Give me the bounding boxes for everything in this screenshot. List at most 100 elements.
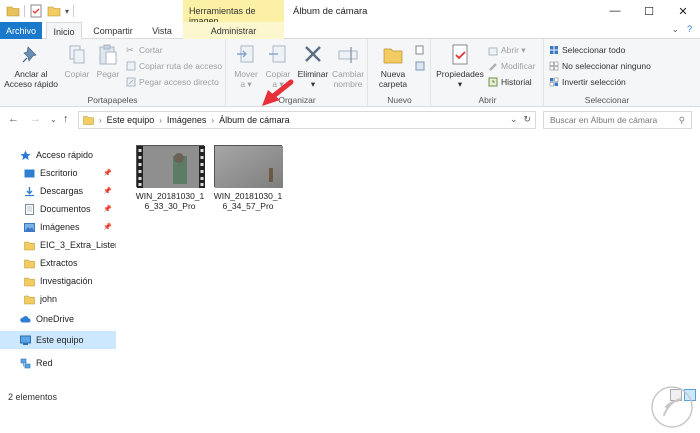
edit-label: Modificar	[501, 61, 536, 71]
computer-icon	[20, 335, 31, 345]
video-filmstrip-icon	[137, 146, 205, 188]
select-all-button[interactable]: Seleccionar todo	[549, 45, 625, 55]
pin-quick-access-button[interactable]: Anclar al Acceso rápido	[4, 43, 58, 89]
delete-button[interactable]: Eliminar ▾	[297, 43, 329, 89]
address-bar[interactable]: › Este equipo › Imágenes › Álbum de cáma…	[78, 111, 536, 129]
nav-item-folder[interactable]: john	[0, 290, 116, 308]
folder-icon	[24, 295, 35, 304]
file-item[interactable]: WIN_20181030_1 6_33_30_Pro	[130, 143, 210, 211]
copy-button[interactable]: Copiar	[63, 43, 91, 79]
help-icon[interactable]: ?	[687, 24, 692, 35]
new-folder-button[interactable]: Nueva carpeta	[373, 43, 413, 89]
nav-item-this-pc[interactable]: Este equipo	[0, 331, 116, 349]
search-input[interactable]: Buscar en Álbum de cámara	[550, 115, 657, 125]
nav-item-desktop[interactable]: Escritorio 📌	[0, 164, 116, 182]
breadcrumb-item[interactable]: Imágenes	[167, 115, 207, 125]
invert-selection-button[interactable]: Invertir selección	[549, 77, 626, 87]
move-to-label: Mover a ▾	[234, 69, 258, 89]
tab-manage[interactable]: Administrar	[183, 22, 284, 39]
close-button[interactable]: ✕	[666, 0, 700, 22]
nav-item-folder[interactable]: Investigación	[0, 272, 116, 290]
documents-icon	[25, 203, 34, 215]
tab-view[interactable]: Vista	[144, 22, 180, 39]
folder-icon	[24, 277, 35, 286]
delete-x-icon	[305, 46, 321, 62]
file-item[interactable]: WIN_20181030_1 6_34_57_Pro	[208, 143, 288, 211]
breadcrumb-chevron-icon[interactable]: ›	[159, 116, 162, 125]
move-icon	[237, 45, 254, 63]
nav-item-onedrive[interactable]: OneDrive	[0, 310, 116, 328]
navigation-bar: ← → ⌄ ↑ › Este equipo › Imágenes › Álbum…	[0, 108, 700, 132]
ribbon-help-controls: ⌄ ?	[671, 24, 692, 35]
breadcrumb-item[interactable]: Este equipo	[107, 115, 155, 125]
select-all-label: Seleccionar todo	[562, 45, 626, 55]
window-controls: — ☐ ✕	[598, 0, 700, 22]
history-button[interactable]: Historial	[488, 77, 532, 87]
easy-access-button[interactable]	[415, 61, 425, 71]
tab-share[interactable]: Compartir	[86, 22, 140, 39]
up-arrow-icon[interactable]: ↑	[63, 113, 69, 125]
video-thumbnail	[136, 145, 205, 188]
group-label-open: Abrir	[478, 95, 497, 105]
group-label-new: Nuevo	[387, 95, 412, 105]
edit-button[interactable]: Modificar	[488, 61, 535, 71]
new-folder-icon[interactable]	[47, 4, 61, 18]
open-button[interactable]: Abrir ▾	[488, 45, 526, 56]
file-list: WIN_20181030_1 6_33_30_Pro WIN_20181030_…	[118, 138, 692, 388]
pin-icon: 📌	[103, 188, 112, 195]
rename-button[interactable]: Cambiar nombre	[331, 43, 365, 89]
download-icon	[25, 186, 34, 196]
properties-icon[interactable]	[29, 4, 43, 18]
forward-arrow-icon[interactable]: →	[30, 113, 41, 125]
move-to-button[interactable]: Mover a ▾	[231, 43, 261, 89]
maximize-button[interactable]: ☐	[632, 0, 666, 22]
history-label: Historial	[501, 77, 532, 87]
cut-button[interactable]: ✂ Cortar	[126, 45, 163, 55]
minimize-button[interactable]: —	[598, 0, 632, 22]
nav-item-folder[interactable]: EIC_3_Extra_Listenin	[0, 236, 116, 254]
qat-dropdown-icon[interactable]: ▾	[65, 7, 69, 16]
paste-button[interactable]: Pegar	[94, 43, 122, 79]
nav-item-documents[interactable]: Documentos 📌	[0, 200, 116, 218]
nav-item-downloads[interactable]: Descargas 📌	[0, 182, 116, 200]
new-item-button[interactable]	[415, 45, 425, 55]
folder-icon[interactable]	[6, 4, 20, 18]
nav-item-folder[interactable]: Extractos	[0, 254, 116, 272]
delete-label: Eliminar ▾	[297, 69, 329, 89]
title-bar: ▾ Herramientas de imagen Álbum de cámara…	[0, 0, 700, 26]
refresh-icon[interactable]: ↻	[523, 114, 531, 125]
new-folder-label: Nueva carpeta	[378, 69, 408, 89]
copy-label: Copiar	[64, 69, 90, 79]
breadcrumb-chevron-icon[interactable]: ›	[211, 116, 214, 125]
properties-button[interactable]: Propiedades ▾	[436, 43, 484, 89]
tab-file[interactable]: Archivo	[0, 22, 42, 39]
group-clipboard: Anclar al Acceso rápido Copiar Pegar ✂ C…	[0, 39, 226, 107]
back-arrow-icon[interactable]: ←	[8, 113, 19, 125]
ribbon: Anclar al Acceso rápido Copiar Pegar ✂ C…	[0, 39, 700, 107]
nav-item-pictures[interactable]: Imágenes 📌	[0, 218, 116, 236]
paste-shortcut-button[interactable]: Pegar acceso directo	[126, 77, 219, 87]
copy-path-button[interactable]: Copiar ruta de acceso	[126, 61, 222, 71]
chevron-down-icon[interactable]: ⌄	[671, 24, 679, 35]
recent-locations-chevron-icon[interactable]: ⌄	[50, 115, 57, 124]
tab-home[interactable]: Inicio	[46, 22, 82, 40]
desktop-icon	[24, 169, 35, 177]
star-icon	[20, 150, 31, 160]
breadcrumb-item[interactable]: Álbum de cámara	[219, 115, 290, 125]
paste-label: Pegar	[96, 69, 120, 79]
pencil-icon	[489, 63, 497, 71]
copy-icon	[69, 45, 85, 64]
folder-icon	[83, 116, 94, 125]
pin-label: Anclar al Acceso rápido	[4, 69, 58, 89]
quick-access-toolbar: ▾	[6, 4, 75, 18]
breadcrumb-chevron-icon[interactable]: ›	[99, 116, 102, 125]
select-none-button[interactable]: No seleccionar ninguno	[549, 61, 651, 71]
address-dropdown-icon[interactable]: ⌄	[510, 114, 518, 125]
search-box[interactable]: Buscar en Álbum de cámara ⚲	[543, 111, 692, 129]
nav-item-network[interactable]: Red	[0, 354, 116, 372]
group-select: Seleccionar todo No seleccionar ninguno …	[545, 39, 669, 107]
nav-item-quick-access[interactable]: Acceso rápido	[0, 146, 116, 164]
properties-label: Propiedades ▾	[436, 69, 484, 89]
open-icon	[488, 47, 498, 55]
shortcut-icon	[126, 77, 136, 87]
